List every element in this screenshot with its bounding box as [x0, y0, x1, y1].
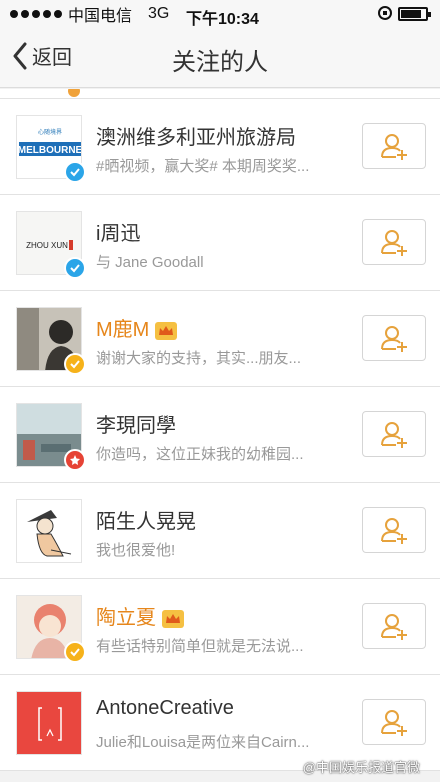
add-user-icon	[381, 422, 407, 448]
list-item[interactable]: 心随境界 MELBOURNE 澳洲维多利亚州旅游局 #晒视频，赢大奖# 本期周奖…	[0, 99, 440, 195]
verified-badge-icon	[64, 161, 86, 183]
follow-button[interactable]	[362, 411, 426, 457]
verified-badge-icon	[64, 449, 86, 471]
avatar[interactable]	[16, 691, 82, 755]
add-user-icon	[381, 614, 407, 640]
user-status: Julie和Louisa是两位来自Cairn...	[96, 734, 310, 751]
list-item[interactable]: 陶立夏 有些话特别简单但就是无法说...	[0, 579, 440, 675]
following-list: 心随境界 MELBOURNE 澳洲维多利亚州旅游局 #晒视频，赢大奖# 本期周奖…	[0, 89, 440, 782]
battery-icon	[398, 7, 431, 21]
list-item[interactable]: 李現同學 你造吗，这位正妹我的幼稚园...	[0, 387, 440, 483]
add-user-icon	[381, 326, 407, 352]
add-user-icon	[381, 710, 407, 736]
user-status: 我也很爱他!	[96, 542, 176, 559]
user-name[interactable]: 陌生人晃晃	[96, 505, 196, 534]
add-user-icon	[381, 134, 407, 160]
follow-button[interactable]	[362, 699, 426, 745]
follow-button[interactable]	[362, 603, 426, 649]
nav-bar: 返回 关注的人	[0, 28, 440, 88]
add-user-icon	[381, 230, 407, 256]
signal-strength-icon	[10, 10, 62, 18]
list-item[interactable]: ZHOU XUN i周迅 与 Jane Goodall	[0, 195, 440, 291]
verified-badge-icon	[64, 353, 86, 375]
page-title: 关注的人	[172, 49, 268, 76]
list-item[interactable]: M鹿M 谢谢大家的支持，其实...朋友...	[0, 291, 440, 387]
user-name[interactable]: 李現同學	[96, 409, 176, 438]
clock: 下午10:34	[186, 11, 259, 28]
user-name[interactable]: 澳洲维多利亚州旅游局	[96, 121, 296, 150]
add-user-icon	[381, 518, 407, 544]
avatar[interactable]	[16, 499, 82, 563]
network-type: 3G	[148, 5, 170, 22]
user-name[interactable]: AntoneCreative	[96, 697, 234, 720]
list-item-partial	[0, 89, 440, 99]
follow-button[interactable]	[362, 507, 426, 553]
svg-text:ZHOU XUN: ZHOU XUN	[26, 241, 68, 250]
verified-badge-icon	[64, 641, 86, 663]
vip-crown-icon	[162, 609, 184, 628]
follow-button[interactable]	[362, 219, 426, 265]
status-bar: 中国电信 3G 下午10:34	[0, 0, 440, 28]
rotation-lock-icon	[378, 6, 392, 20]
svg-text:MELBOURNE: MELBOURNE	[18, 145, 82, 156]
user-status: #晒视频，赢大奖# 本期周奖奖...	[96, 158, 310, 175]
user-status: 有些话特别简单但就是无法说...	[96, 638, 304, 655]
user-status: 你造吗，这位正妹我的幼稚园...	[96, 446, 304, 463]
watermark: @中国娱乐报道官微	[302, 760, 420, 775]
follow-button[interactable]	[362, 123, 426, 169]
badge-partial	[68, 89, 80, 97]
carrier-label: 中国电信	[68, 8, 133, 25]
user-name[interactable]: M鹿M	[96, 313, 178, 342]
user-name[interactable]: i周迅	[96, 217, 140, 246]
svg-text:心随境界: 心随境界	[38, 128, 62, 136]
verified-badge-icon	[64, 257, 86, 279]
user-name-text: 陶立夏	[96, 607, 156, 629]
user-status: 与 Jane Goodall	[96, 254, 204, 271]
follow-button[interactable]	[362, 315, 426, 361]
user-name[interactable]: 陶立夏	[96, 601, 184, 630]
user-name-text: M鹿M	[96, 319, 150, 341]
vip-crown-icon	[155, 321, 178, 340]
list-item[interactable]: 陌生人晃晃 我也很爱他!	[0, 483, 440, 579]
user-status: 谢谢大家的支持，其实...朋友...	[96, 350, 302, 367]
